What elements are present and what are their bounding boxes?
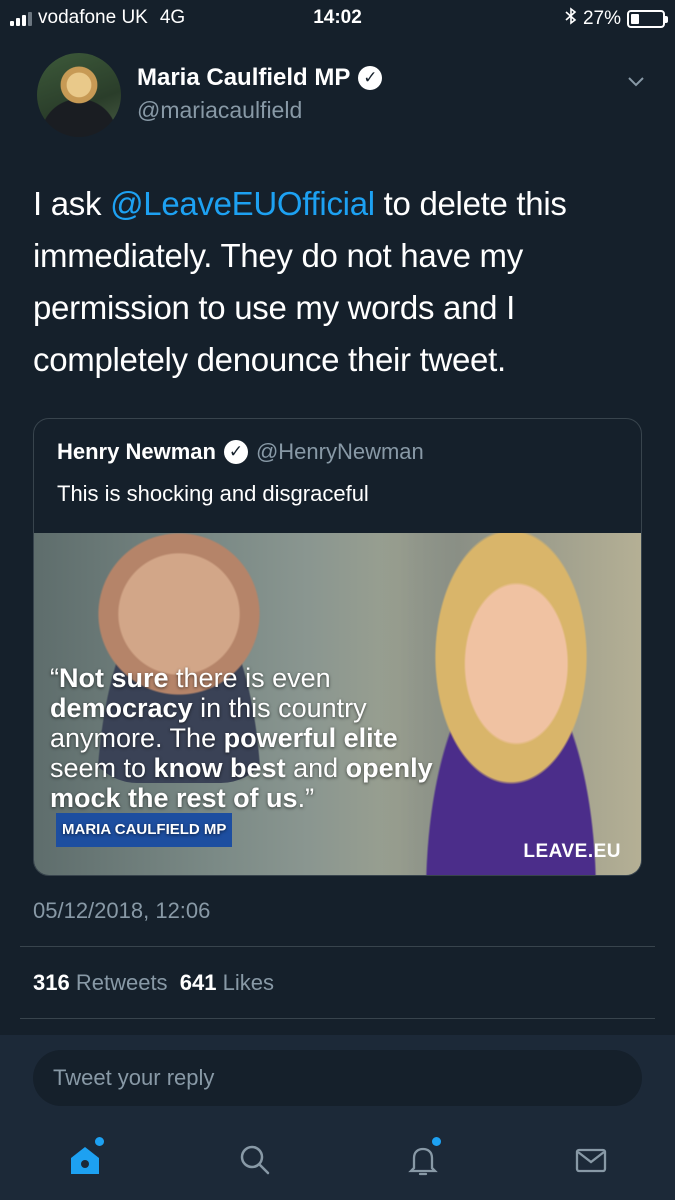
quote-text-4: and [285, 753, 346, 783]
quoted-tweet-text: This is shocking and disgraceful [57, 481, 369, 506]
author-handle[interactable]: @mariacaulfield [137, 97, 302, 124]
mention-link[interactable]: @LeaveEUOfficial [110, 185, 375, 222]
quote-bold-2: democracy [50, 693, 193, 723]
bluetooth-icon [565, 7, 577, 31]
notification-dot [432, 1137, 441, 1146]
tweet-stats: 316 Retweets 641 Likes [33, 970, 274, 996]
tweet-text: I ask @LeaveEUOfficial to delete this im… [33, 178, 643, 386]
tweet-text-before: I ask [33, 185, 111, 222]
battery-icon [627, 10, 668, 28]
divider [20, 1018, 655, 1019]
home-notification-dot [95, 1137, 104, 1146]
retweets-label[interactable]: Retweets [76, 970, 168, 995]
quote-text-1: there is even [168, 663, 331, 693]
image-brand-logo: LEAVE.EU [523, 841, 621, 862]
reply-input[interactable]: Tweet your reply [33, 1050, 642, 1106]
verified-badge-icon: ✓ [223, 440, 248, 464]
quote-bold-3: powerful elite [223, 723, 398, 753]
quoted-tweet-image[interactable]: “Not sure there is even democracy in thi… [34, 533, 641, 875]
chevron-down-icon[interactable] [627, 72, 645, 90]
tab-bar [0, 1135, 675, 1195]
retweets-count[interactable]: 316 [33, 970, 70, 995]
quoted-tweet-header: Henry Newman ✓ @HenryNewman [57, 439, 424, 465]
close-quote: .” [297, 783, 315, 813]
author-avatar[interactable] [37, 53, 121, 137]
status-right: 27% [565, 7, 668, 31]
quoted-author-name: Henry Newman [57, 439, 216, 464]
quoted-tweet-card[interactable]: Henry Newman ✓ @HenryNewman This is shoc… [33, 418, 642, 876]
quote-bold-4: know best [153, 753, 286, 783]
image-quote-text: “Not sure there is even democracy in thi… [50, 663, 470, 847]
image-attribution: MARIA CAULFIELD MP [56, 813, 233, 847]
quoted-author-handle: @HenryNewman [255, 439, 424, 464]
verified-badge-icon: ✓ [358, 66, 383, 90]
battery-fill [631, 14, 640, 24]
open-quote: “ [50, 663, 59, 693]
reply-area: Tweet your reply [0, 1035, 675, 1200]
likes-label[interactable]: Likes [223, 970, 274, 995]
divider [20, 946, 655, 947]
home-icon[interactable] [60, 1135, 110, 1185]
notifications-icon[interactable] [398, 1135, 448, 1185]
status-bar: vodafone UK 4G 14:02 27% [0, 0, 675, 36]
battery-percent: 27% [582, 8, 621, 29]
likes-count[interactable]: 641 [180, 970, 217, 995]
tweet-timestamp: 05/12/2018, 12:06 [33, 898, 211, 923]
search-icon[interactable] [230, 1135, 280, 1185]
author-name[interactable]: Maria Caulfield MP ✓ [137, 64, 383, 92]
quote-bold-1: Not sure [59, 663, 169, 693]
quote-text-3: seem to [50, 753, 154, 783]
messages-icon[interactable] [566, 1135, 616, 1185]
author-name-text: Maria Caulfield MP [137, 64, 351, 91]
